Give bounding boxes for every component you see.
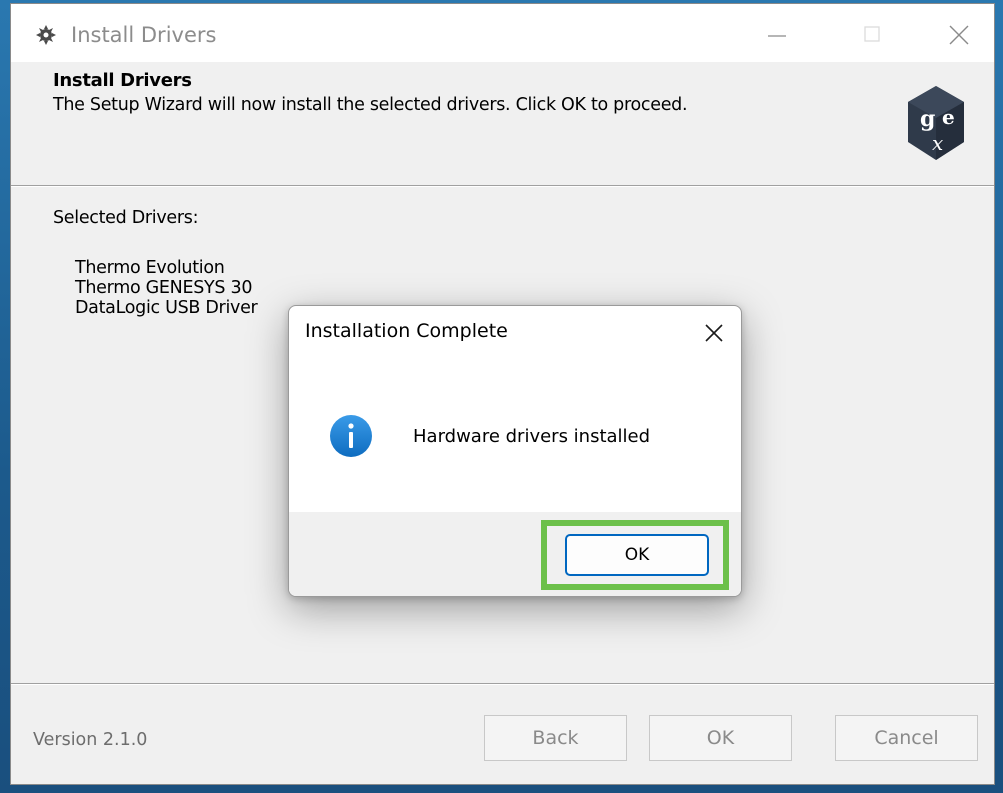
- header-subtitle: The Setup Wizard will now install the se…: [53, 95, 688, 115]
- dialog-close-button[interactable]: [695, 314, 733, 352]
- dialog-footer: OK: [289, 512, 741, 596]
- dialog-body: Hardware drivers installed: [289, 364, 741, 512]
- dialog-message: Hardware drivers installed: [413, 426, 651, 447]
- maximize-button[interactable]: [849, 12, 895, 58]
- footer-separator: [11, 683, 994, 685]
- svg-text:e: e: [942, 105, 955, 129]
- close-button[interactable]: [936, 12, 982, 58]
- app-icon: [36, 25, 56, 45]
- back-button[interactable]: Back: [484, 715, 627, 761]
- header-title: Install Drivers: [53, 70, 192, 91]
- version-label: Version 2.1.0: [33, 730, 148, 750]
- title-bar: Install Drivers: [11, 4, 994, 62]
- cancel-button[interactable]: Cancel: [835, 715, 978, 761]
- driver-item: Thermo GENESYS 30: [75, 278, 253, 298]
- dialog-title: Installation Complete: [305, 320, 508, 342]
- svg-text:g: g: [920, 106, 935, 132]
- driver-item: DataLogic USB Driver: [75, 298, 258, 318]
- selected-drivers-label: Selected Drivers:: [53, 208, 199, 228]
- highlight-box: [541, 520, 729, 590]
- ok-button[interactable]: OK: [649, 715, 792, 761]
- svg-text:x: x: [932, 131, 943, 155]
- driver-item: Thermo Evolution: [75, 258, 225, 278]
- gex-logo-icon: g e x: [908, 86, 964, 160]
- installation-complete-dialog: Installation Complete Hardware drivers i…: [288, 305, 742, 597]
- window-title: Install Drivers: [71, 23, 217, 47]
- drivers-list: Thermo Evolution Thermo GENESYS 30 DataL…: [75, 258, 258, 318]
- info-icon: [330, 415, 372, 457]
- header-separator: [11, 185, 994, 187]
- minimize-button[interactable]: [754, 12, 800, 58]
- header-panel: Install Drivers The Setup Wizard will no…: [11, 62, 994, 186]
